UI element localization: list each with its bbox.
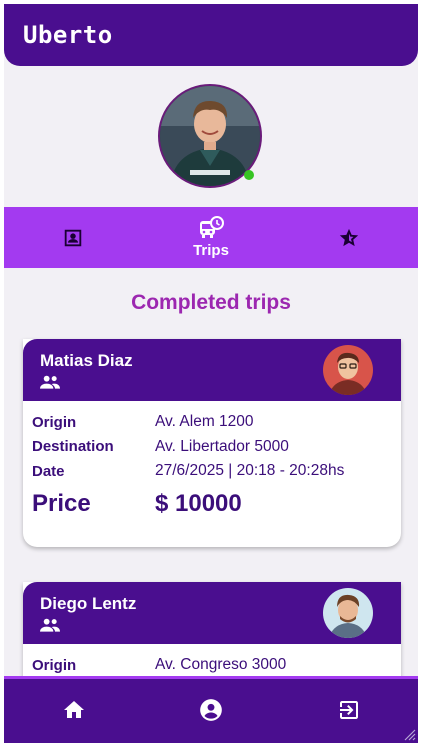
- origin-label: Origin: [32, 656, 77, 674]
- driver-avatar: [323, 345, 373, 395]
- section-title: Completed trips: [131, 291, 291, 314]
- nav-account-button[interactable]: [196, 695, 226, 725]
- trip-date-row: Date 27/6/2025 | 20:18 - 20:28hs: [32, 459, 392, 484]
- tab-trips[interactable]: Trips: [142, 207, 280, 268]
- driver-avatar: [323, 588, 373, 638]
- date-value: 27/6/2025 | 20:18 - 20:28hs: [155, 462, 345, 480]
- trip-origin-row: Origin Av. Congreso 3000: [32, 653, 392, 678]
- tab-profile[interactable]: [4, 207, 142, 268]
- tab-rating[interactable]: [280, 207, 418, 268]
- profile-tab-bar: Trips: [4, 207, 418, 268]
- destination-value: Av. Libertador 5000: [155, 437, 289, 455]
- tab-trips-label: Trips: [193, 242, 229, 259]
- origin-value: Av. Congreso 3000: [155, 656, 287, 674]
- resize-grip-icon[interactable]: [402, 727, 416, 741]
- people-icon: [40, 375, 60, 389]
- logout-icon: [340, 701, 358, 719]
- contact-icon: [64, 229, 82, 246]
- trip-price-row: Price $ 10000: [32, 484, 392, 524]
- trip-destination-row: Destination Av. Libertador 5000: [32, 435, 392, 460]
- app-bar: Uberto: [4, 4, 418, 66]
- app-frame: Uberto Trips Completed trips Matias Diaz…: [4, 4, 418, 743]
- driver-name: Matias Diaz: [40, 351, 133, 370]
- trip-card-header: Diego Lentz: [23, 582, 401, 644]
- nav-logout-button[interactable]: [334, 695, 364, 725]
- origin-value: Av. Alem 1200: [155, 413, 254, 431]
- online-status-dot: [244, 170, 254, 180]
- app-title: Uberto: [23, 21, 113, 49]
- account-circle-icon: [200, 699, 222, 721]
- price-label: Price: [32, 489, 91, 517]
- price-value: $ 10000: [155, 489, 242, 517]
- driver-name: Diego Lentz: [40, 594, 137, 613]
- nav-home-button[interactable]: [59, 695, 89, 725]
- people-icon: [40, 618, 60, 632]
- trip-card[interactable]: Matias Diaz Origin Av. Alem 1200 Destina…: [23, 339, 401, 547]
- destination-label: Destination: [32, 438, 114, 456]
- origin-label: Origin: [32, 413, 77, 431]
- trip-origin-row: Origin Av. Alem 1200: [32, 410, 392, 435]
- bus-clock-icon: [200, 216, 224, 238]
- home-icon: [64, 701, 84, 718]
- star-icon: [339, 228, 359, 246]
- trip-card-header: Matias Diaz: [23, 339, 401, 401]
- date-label: Date: [32, 462, 65, 480]
- bottom-navigation: [4, 676, 418, 743]
